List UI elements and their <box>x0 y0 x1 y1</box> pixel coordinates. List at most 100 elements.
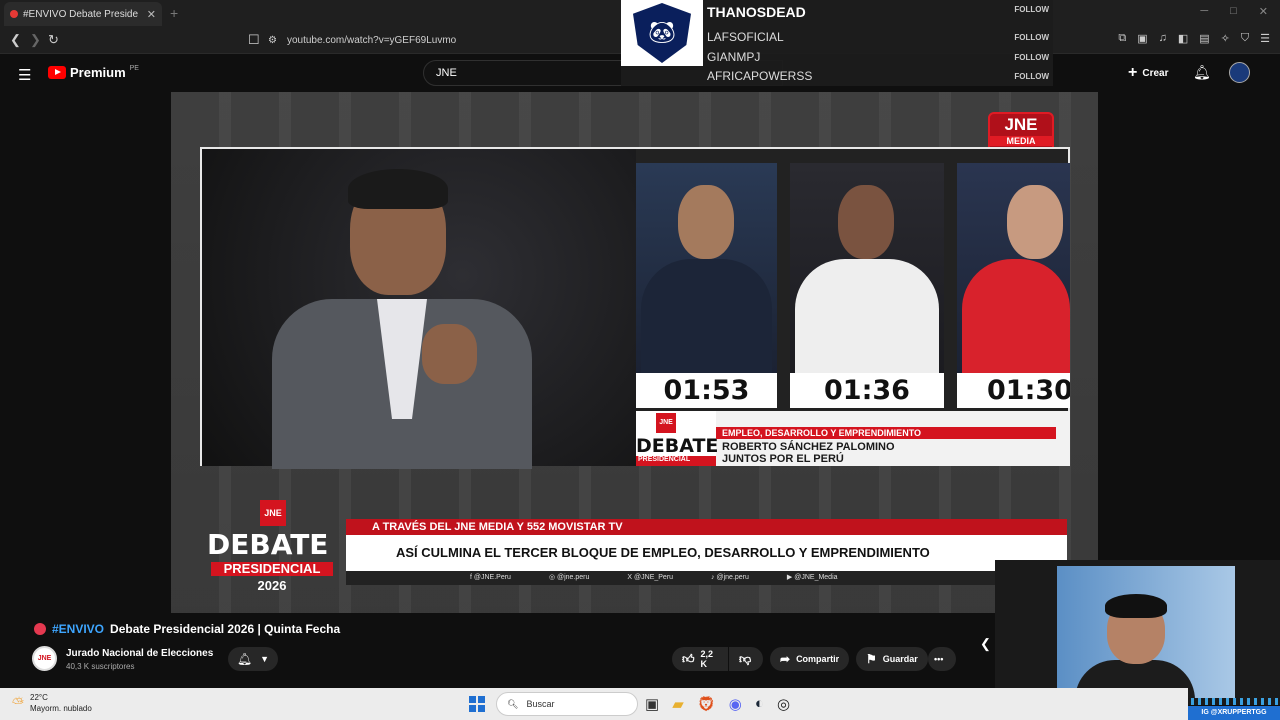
x-handle: X @JNE_Peru <box>627 574 674 581</box>
video-title-text: Debate Presidencial 2026 | Quinta Fecha <box>110 622 341 636</box>
host-hair <box>348 169 448 209</box>
back-icon[interactable]: ❮ <box>10 32 21 48</box>
channel-avatar[interactable]: JNE <box>32 646 57 671</box>
forward-icon[interactable]: ❯ <box>30 32 41 48</box>
windows-taskbar: ⛅︎ 22°C Mayorm. nublado 🔍︎ Buscar ▣ ▰ 🦁︎… <box>0 688 1188 720</box>
more-actions-button[interactable]: ••• <box>928 647 956 671</box>
candidate-photo <box>636 163 777 379</box>
create-button[interactable]: + Crear <box>1128 64 1168 82</box>
hashtag-link[interactable]: #ENVIVO <box>52 622 104 636</box>
follow-label: FOLLOW <box>1014 52 1049 62</box>
lower-third: JNE DEBATE PRESIDENCIAL EMPLEO, DESARROL… <box>636 411 1070 466</box>
news-ticker: A TRAVÉS DEL JNE MEDIA Y 552 MOVISTAR TV… <box>346 519 1067 585</box>
speaker-party: JUNTOS POR EL PERÚ <box>722 453 844 465</box>
badge-top-text: JNE <box>1004 115 1038 134</box>
task-view-icon[interactable]: ▣ <box>645 695 659 713</box>
discord-icon[interactable]: ◉ <box>729 695 742 713</box>
share-icon: ➦ <box>780 652 791 666</box>
tab-title: #ENVIVO Debate Preside <box>23 8 139 20</box>
hamburger-menu-icon[interactable]: ☰ <box>18 66 31 84</box>
youtube-logo[interactable]: Premium PE <box>48 65 139 80</box>
music-icon[interactable]: ♫ <box>1159 32 1167 45</box>
search-icon: 🔍︎ <box>507 698 519 709</box>
channel-name[interactable]: Jurado Nacional de Elecciones <box>66 648 213 659</box>
notifications-bell-icon[interactable]: 🔔︎ <box>1193 64 1211 81</box>
facebook-handle: f @JNE.Peru <box>470 574 511 581</box>
subscriber-count: 40,3 K suscriptores <box>66 662 135 671</box>
maximize-button[interactable]: □ <box>1230 5 1237 18</box>
follow-item: GIANMPJ FOLLOW <box>707 50 1049 64</box>
presidencial-word: PRESIDENCIAL <box>636 456 716 466</box>
candidate-timer: 01:53 <box>636 373 777 408</box>
debate-logo-word: DEBATE <box>207 528 329 561</box>
subscription-notification-button[interactable]: 🔔︎ ▼ <box>228 647 278 671</box>
segment-topic: EMPLEO, DESARROLLO Y EMPRENDIMIENTO <box>716 427 1056 439</box>
browser-tab[interactable]: #ENVIVO Debate Preside ✕ <box>4 2 162 26</box>
extension-icon[interactable]: ⧉ <box>1118 32 1126 45</box>
streamer-hair <box>1105 594 1167 618</box>
country-code: PE <box>129 65 139 72</box>
follow-item: AFRICAPOWERSS FOLLOW <box>707 69 1049 83</box>
speaker-name: ROBERTO SÁNCHEZ PALOMINO <box>722 441 895 453</box>
like-count: 2,2 K <box>700 649 714 669</box>
temperature: 22°C <box>30 693 48 702</box>
url-text: youtube.com/watch?v=yGEF69Luvmo <box>286 34 457 46</box>
bell-icon: 🔔︎ <box>236 652 253 666</box>
badge-bottom-text: MEDIA <box>990 136 1052 146</box>
candidate-head <box>678 185 734 259</box>
site-info-icon[interactable]: ⚙ <box>268 35 277 46</box>
follow-label: FOLLOW <box>1014 32 1049 42</box>
speaker-caption: ROBERTO SÁNCHEZ PALOMINO JUNTOS POR EL P… <box>722 441 895 465</box>
obs-icon[interactable]: ◎ <box>777 695 790 713</box>
save-button[interactable]: ⚑ Guardar <box>856 647 928 671</box>
chevron-left-icon[interactable]: ❮ <box>980 636 991 652</box>
presidencial-logo-word: PRESIDENCIAL <box>211 562 333 576</box>
minimize-button[interactable]: ─ <box>1200 5 1208 18</box>
share-label: Compartir <box>796 654 840 664</box>
reload-icon[interactable]: ↻ <box>48 32 59 48</box>
brave-browser-icon[interactable]: 🦁︎ <box>697 695 716 713</box>
candidate-photo <box>790 163 944 379</box>
windows-start-icon[interactable] <box>469 696 485 712</box>
taskbar-search[interactable]: 🔍︎ Buscar <box>496 692 638 716</box>
sidebar-icon[interactable]: ◧ <box>1178 32 1188 45</box>
candidate-panel: 01:36 <box>790 163 944 408</box>
file-explorer-icon[interactable]: ▰ <box>672 695 684 713</box>
live-icon <box>34 623 46 635</box>
weather-widget[interactable]: ⛅︎ 22°C Mayorm. nublado <box>12 692 92 714</box>
video-player[interactable]: JNE MEDIA 01:53 01:36 01:30 JNE DEBATE P… <box>171 92 1098 613</box>
ai-icon[interactable]: ✧ <box>1221 32 1230 45</box>
menu-icon[interactable]: ☰ <box>1260 32 1270 45</box>
candidate-timer: 01:36 <box>790 373 944 408</box>
candidate-body <box>795 259 939 379</box>
new-tab-button[interactable]: + <box>170 5 178 21</box>
debate-word: DEBATE <box>636 435 719 457</box>
url-field[interactable]: ⚙ youtube.com/watch?v=yGEF69Luvmo <box>268 30 628 50</box>
youtube-play-icon <box>48 66 66 79</box>
account-avatar[interactable] <box>1229 62 1250 83</box>
panda-shield-icon: 🐼︎ <box>633 3 691 63</box>
debate-presidencial-logo: JNE DEBATE PRESIDENCIAL 2026 <box>207 500 337 593</box>
plus-icon: + <box>1128 64 1138 81</box>
bookmark-save-icon: ⚑ <box>866 652 877 666</box>
shield-icon[interactable]: ⛉ <box>1241 32 1249 45</box>
thumbs-down-icon: 👎︎ <box>739 651 752 666</box>
candidate-timer: 01:30 <box>957 373 1070 408</box>
partly-cloudy-icon: ⛅︎ <box>12 694 25 712</box>
follower-name: THANOSDEAD <box>707 4 806 20</box>
wallet-icon[interactable]: ▤ <box>1199 32 1209 45</box>
instagram-tag: IG @XRUPPERTGG <box>1188 706 1280 720</box>
host-camera <box>202 149 636 469</box>
tiktok-handle: ♪ @jne.peru <box>711 574 749 581</box>
screenshot-icon[interactable]: ▣ <box>1137 32 1147 45</box>
like-button[interactable]: 👍︎ 2,2 K <box>672 647 728 671</box>
share-button[interactable]: ➦ Compartir <box>770 647 850 671</box>
thumbs-up-icon: 👍︎ <box>682 651 695 666</box>
streamer-webcam <box>995 560 1280 705</box>
steam-icon[interactable]: ◐ <box>755 695 764 713</box>
dislike-button[interactable]: 👎︎ <box>729 647 763 671</box>
weather-description: Mayorm. nublado <box>30 704 92 713</box>
close-window-button[interactable]: ✕ <box>1259 5 1268 18</box>
close-tab-icon[interactable]: ✕ <box>147 8 156 21</box>
bookmark-icon[interactable]: ☐ <box>248 32 260 48</box>
